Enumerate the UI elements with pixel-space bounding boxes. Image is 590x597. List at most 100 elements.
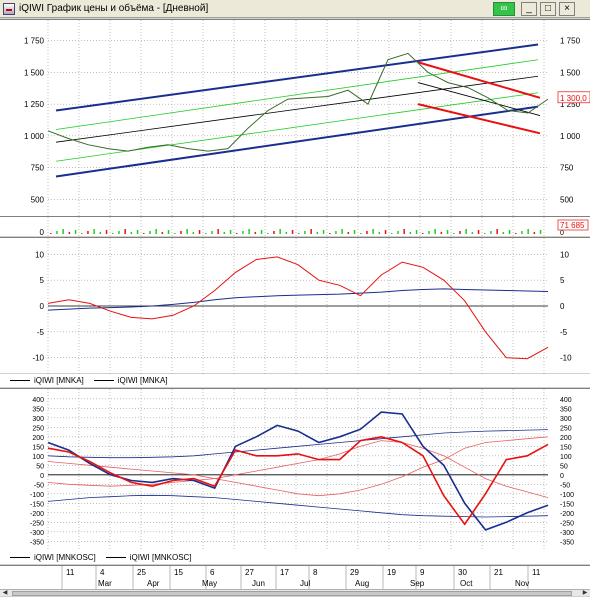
volume-bar xyxy=(99,232,102,234)
volume-bar xyxy=(409,232,412,234)
volume-bar xyxy=(453,233,455,234)
y-tick-label-right: -100 xyxy=(560,492,574,499)
volume-bar xyxy=(118,231,120,234)
channel-green-upper xyxy=(55,59,539,130)
volume-bar xyxy=(378,232,381,234)
legend-label: iQIWI [MNKOSC] xyxy=(129,553,192,562)
x-day-label: 21 xyxy=(494,568,503,577)
legend-label: iQIWI [MNKOSC] xyxy=(34,553,96,562)
y-tick-label: 250 xyxy=(32,425,44,432)
price-panel[interactable]: 1 750 1 750 1 500 1 500 1 250 1 250 1 000 1 000… xyxy=(0,19,590,217)
mnka-panel[interactable]: 10 10 5 5 0 0 -5 -5 -10 -10 xyxy=(0,237,590,374)
y-tick-label: -5 xyxy=(37,328,45,337)
volume-bar xyxy=(136,230,139,234)
volume-bar xyxy=(174,233,176,234)
horizontal-scrollbar[interactable]: ◀ ▶ xyxy=(0,589,590,596)
y-tick-label-right: -5 xyxy=(560,328,568,337)
y-tick-label-right: 150 xyxy=(560,444,572,451)
volume-panel[interactable]: 0 0 71 685 xyxy=(0,216,590,237)
y-tick-label-right: 50 xyxy=(560,463,568,470)
y-tick-label-right: 200 xyxy=(560,435,572,442)
x-day-label: 11 xyxy=(66,568,75,577)
volume-bar xyxy=(515,233,517,234)
legend-item: iQIWI [MNKA] xyxy=(10,376,84,385)
volume-bar xyxy=(521,231,523,234)
volume-bar xyxy=(397,231,399,234)
maximize-button[interactable]: □ xyxy=(540,2,556,16)
y-tick-label-right: 1 750 xyxy=(560,37,581,46)
y-tick-label: 500 xyxy=(31,195,45,204)
y-tick-label: 50 xyxy=(36,463,44,470)
volume-bar xyxy=(50,233,52,234)
volume-bar xyxy=(198,230,201,234)
volume-bar xyxy=(335,231,337,234)
volume-bar xyxy=(242,231,244,234)
osc-red-series xyxy=(47,435,549,526)
minimize-button[interactable]: _ xyxy=(521,2,537,16)
y-tick-label-right: 400 xyxy=(560,397,572,404)
chart-window: iQIWI График цены и объёма - [Дневной] ∞… xyxy=(0,0,590,596)
volume-bar xyxy=(143,233,145,234)
volume-bar xyxy=(112,233,114,234)
volume-bar xyxy=(347,232,350,234)
volume-bar xyxy=(353,230,356,234)
volume-bar xyxy=(360,233,362,234)
volume-bar xyxy=(490,231,492,234)
legend-swatch xyxy=(105,557,126,558)
volume-bar xyxy=(508,230,511,234)
channel-lower-line xyxy=(55,105,539,178)
volume-bar xyxy=(229,230,232,234)
x-day-label: 17 xyxy=(280,568,289,577)
y-tick-label: -250 xyxy=(30,520,44,527)
volume-bar xyxy=(62,229,64,234)
volume-bar xyxy=(93,229,95,234)
link-button[interactable]: ∞ xyxy=(493,2,515,16)
y-tick-label: 1 250 xyxy=(24,100,45,109)
x-day-label: 9 xyxy=(420,568,425,577)
volume-bar xyxy=(124,229,126,234)
volume-bar xyxy=(329,233,331,234)
y-tick-label-right: -50 xyxy=(560,482,570,489)
scroll-thumb[interactable] xyxy=(12,591,572,596)
y-tick-label: 10 xyxy=(35,250,44,259)
volume-bar xyxy=(477,230,480,234)
volume-bar xyxy=(459,231,461,234)
volume-bar xyxy=(471,232,474,234)
volume-bar xyxy=(291,230,294,234)
volume-bar xyxy=(267,233,269,234)
y-tick-label-right: 1 000 xyxy=(560,132,581,141)
title-bar[interactable]: iQIWI График цены и объёма - [Дневной] ∞… xyxy=(0,0,590,18)
y-tick-label: 400 xyxy=(32,397,44,404)
oscillator-panel[interactable]: 400 400 350 350 300 300 250 250 200 200 150 150 100 1… xyxy=(0,388,590,552)
y-tick-label-right: 0 xyxy=(560,473,564,480)
legend-label: iQIWI [MNKA] xyxy=(117,376,168,385)
y-tick-label-right: 300 xyxy=(560,416,572,423)
volume-bar xyxy=(211,231,213,234)
volume-bar xyxy=(254,232,257,234)
y-tick-label: -350 xyxy=(30,539,44,546)
window-title: iQIWI График цены и объёма - [Дневной] xyxy=(19,3,209,14)
mnka-blue-series xyxy=(47,288,549,311)
volume-bar xyxy=(434,229,436,234)
y-tick-label: 350 xyxy=(32,406,44,413)
y-tick-label-right: 100 xyxy=(560,454,572,461)
volume-bar xyxy=(422,233,424,234)
x-day-label: 25 xyxy=(137,568,146,577)
channel-upper-line xyxy=(55,43,539,112)
close-button[interactable]: × xyxy=(559,2,575,16)
volume-bar xyxy=(403,229,405,234)
y-tick-label: 300 xyxy=(32,416,44,423)
volume-bar xyxy=(465,229,467,234)
volume-bar xyxy=(180,231,182,234)
x-month-label: Nov xyxy=(515,579,529,588)
x-month-label: Oct xyxy=(460,579,473,588)
y-tick-label: -150 xyxy=(30,501,44,508)
volume-bar xyxy=(68,232,71,234)
volume-bar xyxy=(298,233,300,234)
volume-bar xyxy=(527,229,529,234)
osc-red-envelope-a xyxy=(47,436,549,497)
volume-bar xyxy=(248,229,250,234)
x-month-label: Mar xyxy=(98,579,112,588)
volume-bar xyxy=(236,233,238,234)
volume-bar xyxy=(372,229,374,234)
